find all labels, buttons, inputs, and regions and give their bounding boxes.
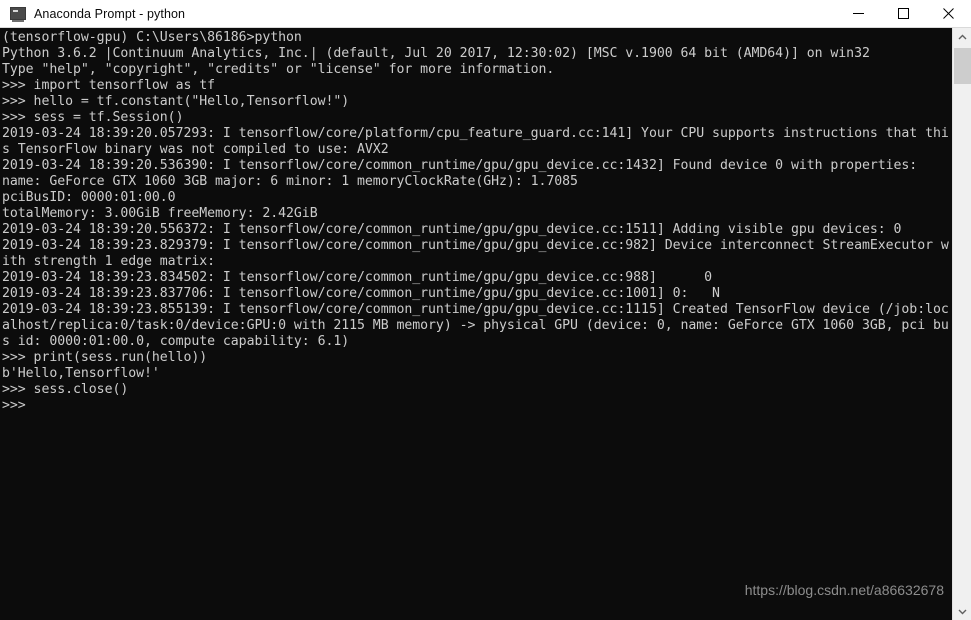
console-icon	[10, 6, 26, 22]
vertical-scrollbar[interactable]	[952, 28, 971, 620]
maximize-button[interactable]	[881, 0, 926, 28]
maximize-icon	[898, 8, 909, 19]
minimize-button[interactable]	[836, 0, 881, 28]
anaconda-prompt-window: Anaconda Prompt - python (tensorflow-gpu…	[0, 0, 971, 620]
close-icon	[943, 8, 954, 19]
window-controls	[836, 0, 971, 28]
scrollbar-thumb[interactable]	[954, 48, 971, 84]
scroll-up-button[interactable]	[953, 28, 971, 46]
watermark: https://blog.csdn.net/a86632678	[744, 582, 944, 598]
chevron-down-icon	[958, 602, 967, 620]
chevron-up-icon	[958, 28, 967, 46]
scroll-down-button[interactable]	[953, 602, 971, 620]
titlebar: Anaconda Prompt - python	[0, 0, 971, 28]
console-text: (tensorflow-gpu) C:\Users\86186>python P…	[2, 30, 949, 413]
minimize-icon	[853, 8, 864, 19]
scrollbar-track[interactable]	[953, 84, 971, 602]
close-button[interactable]	[926, 0, 971, 28]
console-output-area[interactable]: (tensorflow-gpu) C:\Users\86186>python P…	[0, 28, 952, 620]
window-title: Anaconda Prompt - python	[34, 6, 186, 21]
